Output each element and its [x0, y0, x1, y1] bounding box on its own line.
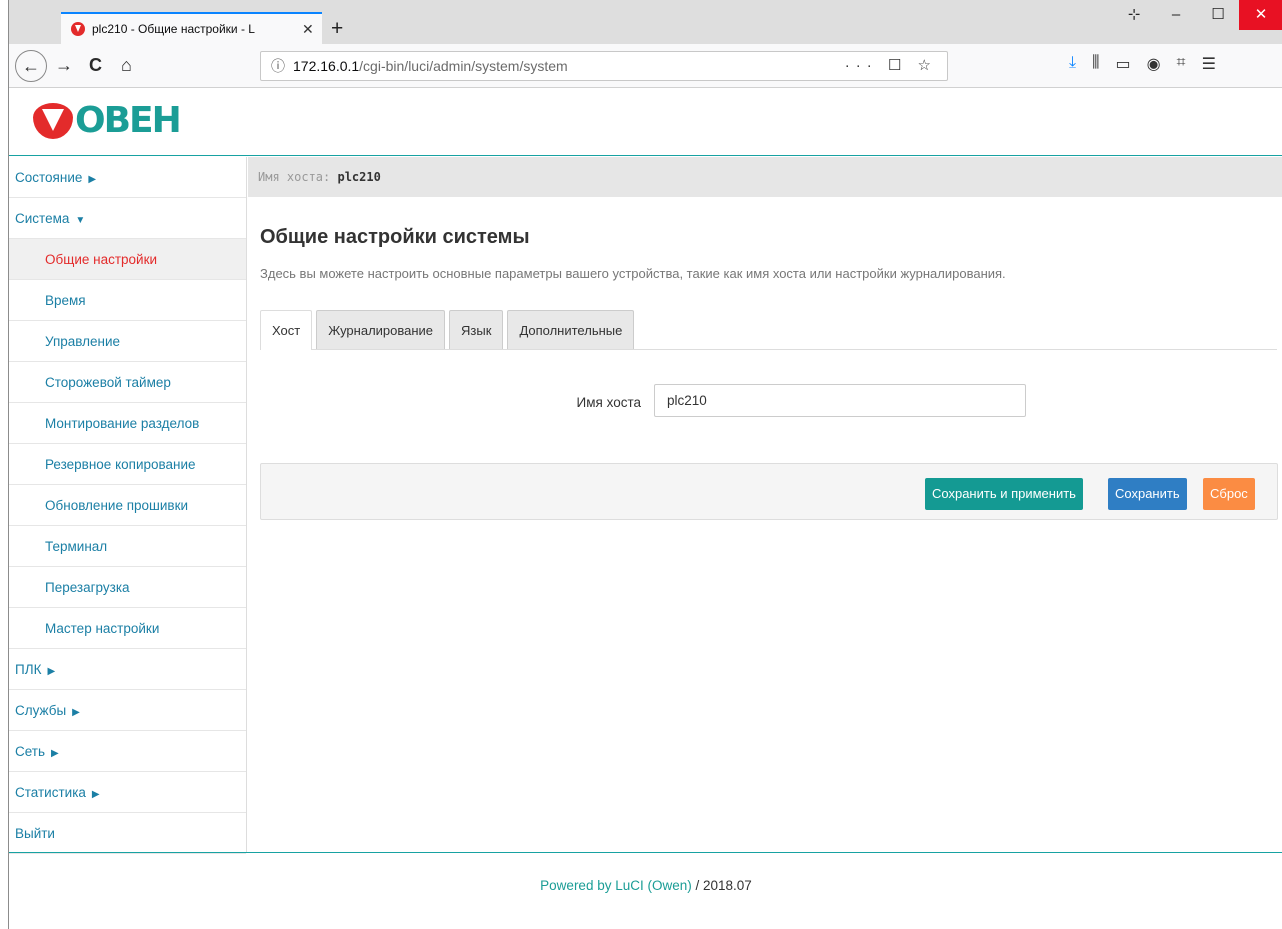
screenshot-icon[interactable]: ⌗	[1177, 54, 1186, 74]
hostname-bar-label: Имя хоста:	[258, 170, 338, 184]
sidebar-toggle-icon[interactable]: ▭	[1115, 54, 1130, 74]
tab-title: plc210 - Общие настройки - L	[92, 22, 255, 36]
owen-favicon-icon	[71, 22, 85, 36]
sidebar-item-label: Время	[45, 293, 86, 308]
forward-arrow-icon[interactable]: →	[55, 54, 73, 76]
tab-strip: plc210 - Общие настройки - L ✕ + ⊹ – ☐ ✕	[9, 0, 1282, 44]
browser-window: plc210 - Общие настройки - L ✕ + ⊹ – ☐ ✕…	[8, 0, 1282, 929]
sidebar-item-label: Управление	[45, 334, 121, 349]
tab-host[interactable]: Хост	[260, 310, 313, 350]
sidebar-item-label: Терминал	[45, 539, 108, 554]
sidebar-item-label: Статистика	[15, 785, 86, 800]
save-and-apply-button[interactable]: Сохранить и применить	[925, 478, 1083, 510]
sidebar-item[interactable]: Службы ▶	[9, 690, 246, 731]
sidebar-item[interactable]: Обновление прошивки	[9, 485, 246, 526]
settings-tabs: Хост Журналирование Язык Дополнительные	[260, 310, 1277, 350]
sidebar-item-label: Монтирование разделов	[45, 416, 200, 431]
sidebar-item-label: Обновление прошивки	[45, 498, 189, 513]
sidebar-item[interactable]: Перезагрузка	[9, 567, 246, 608]
page-description: Здесь вы можете настроить основные парам…	[260, 266, 1006, 281]
sidebar-item[interactable]: Резервное копирование	[9, 444, 246, 485]
sidebar-item-label: Выйти	[15, 826, 55, 841]
navigation-toolbar: ← → C ⌂ ⓘ 172.16.0.1 /cgi-bin/luci/admin…	[9, 44, 1282, 88]
sidebar: Состояние ▶ Система ▼ Общие настройки Время Уп…	[9, 157, 247, 854]
caret-right-icon: ▶	[91, 789, 100, 800]
caret-down-icon: ▼	[75, 215, 86, 226]
save-button[interactable]: Сохранить	[1108, 478, 1187, 510]
sidebar-item-label: Состояние	[15, 170, 83, 185]
sidebar-item-label: Службы	[15, 703, 67, 718]
account-icon[interactable]: ◉	[1147, 54, 1161, 74]
form-actions: Сохранить и применить Сохранить Сброс	[260, 463, 1278, 520]
home-icon[interactable]: ⌂	[121, 54, 132, 76]
sidebar-item-label: ПЛК	[15, 662, 42, 677]
caret-right-icon: ▶	[51, 748, 59, 759]
reset-button[interactable]: Сброс	[1203, 478, 1255, 510]
luci-link[interactable]: Powered by LuCI (Owen)	[540, 878, 692, 893]
sidebar-item-label: Сторожевой таймер	[45, 375, 171, 390]
sidebar-item[interactable]: Мастер настройки	[9, 608, 246, 649]
sidebar-item-label: Перезагрузка	[45, 580, 130, 595]
caret-right-icon: ▶	[88, 174, 97, 185]
sidebar-item[interactable]: Время	[9, 280, 246, 321]
tab-advanced[interactable]: Дополнительные	[507, 310, 635, 349]
back-arrow-icon[interactable]: ←	[15, 50, 47, 82]
sidebar-item-label: Мастер настройки	[45, 621, 160, 636]
tab-logging[interactable]: Журналирование	[316, 310, 446, 349]
tab-close-icon[interactable]: ✕	[302, 21, 314, 38]
maximize-window-icon[interactable]: ☐	[1197, 0, 1239, 30]
owen-logo[interactable]: ОВЕН	[33, 100, 182, 141]
page-actions-icons[interactable]: ··· ☐ ☆	[845, 56, 937, 74]
tab-language[interactable]: Язык	[449, 310, 504, 349]
url-host: 172.16.0.1	[293, 58, 360, 74]
logo-text: ОВЕН	[75, 100, 182, 141]
close-window-icon[interactable]: ✕	[1239, 0, 1282, 30]
caret-right-icon: ▶	[72, 707, 80, 718]
sidebar-item-label: Общие настройки	[45, 252, 158, 267]
sidebar-item-label: Сеть	[15, 744, 46, 759]
sidebar-item-label: Система	[15, 211, 70, 226]
browser-tools: ⤓ ⫼ ▭ ◉ ⌗ ☰	[1069, 54, 1216, 74]
minimize-window-icon[interactable]: –	[1155, 0, 1197, 30]
address-bar[interactable]: ⓘ 172.16.0.1 /cgi-bin/luci/admin/system/…	[260, 51, 948, 81]
sidebar-item[interactable]: Управление	[9, 321, 246, 362]
reload-icon[interactable]: C	[89, 54, 102, 76]
new-tab-button[interactable]: +	[331, 17, 343, 41]
url-path: /cgi-bin/luci/admin/system/system	[359, 58, 568, 74]
sidebar-item-label: Резервное копирование	[45, 457, 196, 472]
sidebar-item[interactable]: Общие настройки	[9, 239, 246, 280]
download-icon[interactable]: ⤓	[1069, 54, 1076, 74]
footer-version: / 2018.07	[691, 878, 752, 893]
page-footer: Powered by LuCI (Owen) / 2018.07	[9, 852, 1282, 929]
page-header: ОВЕН	[9, 89, 1282, 156]
sidebar-item[interactable]: Статистика ▶	[9, 772, 246, 813]
hostname-bar-value: plc210	[337, 170, 381, 184]
logo-mark-icon	[33, 103, 73, 139]
sidebar-item[interactable]: Терминал	[9, 526, 246, 567]
site-info-icon[interactable]: ⓘ	[271, 56, 285, 76]
hostname-label: Имя хоста	[576, 395, 641, 410]
sidebar-item[interactable]: Сеть ▶	[9, 731, 246, 772]
sidebar-item[interactable]: Состояние ▶	[9, 157, 246, 198]
sidebar-item[interactable]: ПЛК ▶	[9, 649, 246, 690]
hostname-bar: Имя хоста: plc210	[248, 157, 1282, 197]
library-icon[interactable]: ⫼	[1092, 54, 1099, 74]
sidebar-item[interactable]: Выйти	[9, 813, 246, 854]
hostname-input[interactable]: plc210	[654, 384, 1026, 417]
window-controls: ⊹ – ☐ ✕	[1113, 0, 1282, 30]
browser-tab[interactable]: plc210 - Общие настройки - L ✕	[61, 12, 322, 44]
menu-icon[interactable]: ☰	[1202, 54, 1216, 74]
caret-right-icon: ▶	[47, 666, 56, 677]
page-title: Общие настройки системы	[260, 226, 530, 248]
sidebar-item[interactable]: Система ▼	[9, 198, 246, 239]
pin-window-icon[interactable]: ⊹	[1113, 0, 1155, 30]
